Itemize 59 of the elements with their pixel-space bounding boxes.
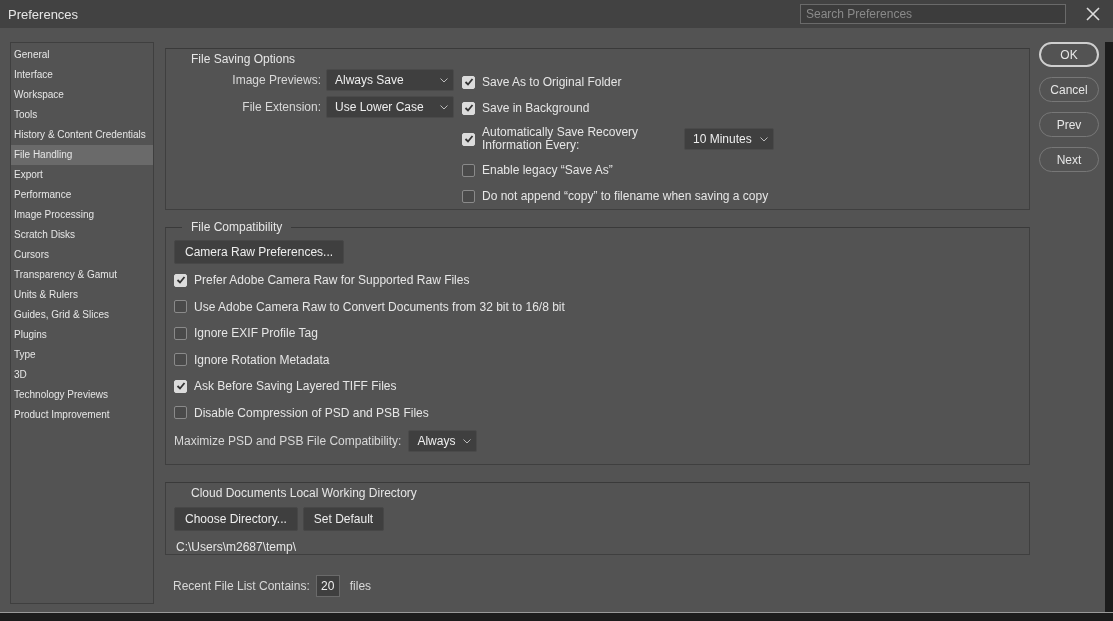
sidebar-item[interactable]: Export [11, 165, 153, 185]
dropdown[interactable]: 10 Minutes [684, 128, 774, 150]
sidebar-item[interactable]: Cursors [11, 245, 153, 265]
field-label: Maximize PSD and PSB File Compatibility: [174, 434, 402, 448]
chevron-icon [463, 438, 472, 444]
sidebar-item[interactable]: Interface [11, 65, 153, 85]
sidebar-item[interactable]: Product Improvement [11, 405, 153, 425]
sidebar-item[interactable]: General [11, 45, 153, 65]
field-label: File Extension: [242, 100, 321, 114]
dropdown[interactable]: Always [408, 430, 478, 452]
chevron-icon [759, 136, 768, 142]
checkbox-label: Save As to Original Folder [482, 75, 622, 89]
sidebar-item[interactable]: Technology Previews [11, 385, 153, 405]
checkbox-label: Ignore Rotation Metadata [194, 352, 330, 367]
chevron-icon [440, 77, 448, 83]
directory-button[interactable]: Choose Directory... [174, 507, 298, 531]
sidebar-item[interactable]: Performance [11, 185, 153, 205]
sidebar-item[interactable]: Transparency & Gamut [11, 265, 153, 285]
checkbox[interactable] [174, 326, 187, 340]
field-label: Recent File List Contains: [173, 579, 310, 593]
dialog-button[interactable]: OK [1039, 42, 1099, 67]
directory-button[interactable]: Set Default [302, 507, 385, 531]
checkbox-label: Prefer Adobe Camera Raw for Supported Raw Files [194, 273, 470, 288]
sidebar-item[interactable]: Tools [11, 105, 153, 125]
checkbox[interactable] [174, 300, 187, 314]
checkbox-label: Save in Background [482, 101, 590, 115]
checkbox[interactable] [174, 406, 187, 420]
dropdown[interactable]: Always Save [326, 69, 454, 91]
group-title: File Compatibility [182, 220, 292, 234]
sidebar-item[interactable]: Type [11, 345, 153, 365]
sidebar-item[interactable]: Guides, Grid & Slices [11, 305, 153, 325]
dropdown[interactable]: Use Lower Case [326, 96, 454, 118]
checkbox-label: Use Adobe Camera Raw to Convert Documents from 32 bit to 16/8 bit [194, 299, 565, 314]
number-field[interactable]: 20 [315, 575, 340, 597]
search-field[interactable]: Search Preferences [800, 4, 1066, 24]
directory-path: C:\Users\m2687\temp\ [176, 540, 298, 554]
checkbox-label: Disable Compression of PSD and PSB Files [194, 405, 429, 420]
field-label: Image Previews: [232, 73, 321, 87]
sidebar-item[interactable]: File Handling [11, 145, 153, 165]
sidebar-item[interactable]: History & Content Credentials [11, 125, 153, 145]
sidebar-item[interactable]: Scratch Disks [11, 225, 153, 245]
window-title: Preferences [8, 6, 80, 22]
checkbox-label: Ignore EXIF Profile Tag [194, 326, 318, 341]
sidebar-item[interactable]: Plugins [11, 325, 153, 345]
checkbox-label: Do not append “copy” to filename when saving a copy [482, 189, 769, 203]
checkbox-label: Enable legacy “Save As” [482, 163, 613, 177]
sidebar-item[interactable]: Image Processing [11, 205, 153, 225]
sidebar-item[interactable]: Workspace [11, 85, 153, 105]
close-icon[interactable] [1086, 7, 1100, 21]
unit-label: files [349, 579, 372, 593]
checkbox[interactable] [174, 353, 187, 367]
checkbox[interactable] [462, 189, 475, 203]
checkbox-label: Automatically Save Recovery Information Every: [482, 126, 640, 152]
sidebar-item[interactable]: 3D [11, 365, 153, 385]
sidebar-item[interactable]: Units & Rulers [11, 285, 153, 305]
camera-raw-button[interactable]: Camera Raw Preferences... [174, 240, 345, 264]
checkbox[interactable] [462, 163, 475, 177]
chevron-icon [440, 104, 448, 110]
checkbox-label: Ask Before Saving Layered TIFF Files [194, 379, 397, 394]
